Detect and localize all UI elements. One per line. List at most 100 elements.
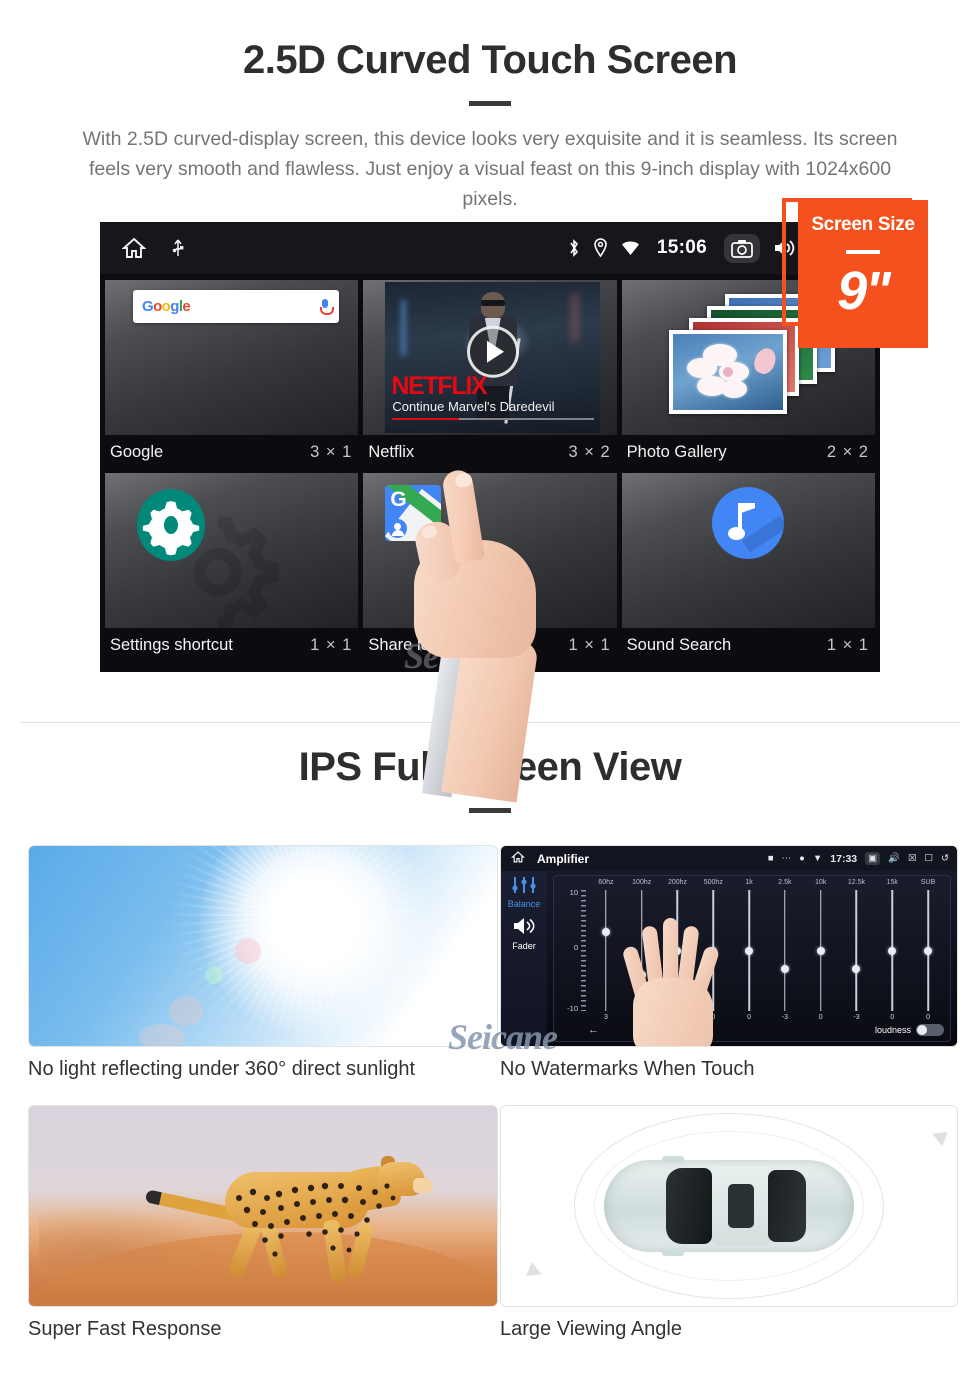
eq-slider[interactable] [874, 890, 910, 1011]
location-icon: ● [799, 853, 805, 864]
widget-size: 1 × 1 [826, 635, 869, 654]
card-no-light-reflecting: No light reflecting under 360° direct su… [28, 845, 498, 1081]
equalizer-panel: 60hz 100hz 200hz 500hz 1k 2.5k 10k 12.5k 15k SUB … [553, 875, 951, 1042]
sunlight-photo [28, 845, 498, 1047]
widget-item-share-location[interactable]: G Share location 1 × 1 [363, 473, 617, 662]
side-mirror [662, 1156, 684, 1163]
google-logo: Google [142, 298, 191, 315]
recents-icon[interactable]: ☐ [925, 853, 934, 864]
google-search-bar[interactable]: Google [133, 290, 339, 323]
band-label: 100hz [632, 879, 652, 886]
amplifier-time: 17:33 [830, 852, 858, 865]
widget-name: Share location [368, 635, 474, 654]
close-icon[interactable]: ☒ [908, 853, 917, 864]
cheetah-photo [28, 1105, 498, 1307]
camera-icon[interactable]: ▣ [865, 852, 881, 865]
sidebar-item-fader[interactable]: Fader [501, 941, 547, 951]
status-time: 15:06 [656, 237, 707, 258]
widget-item-settings-shortcut[interactable]: Settings shortcut 1 × 1 [105, 473, 359, 662]
eq-value: -3 [853, 1014, 860, 1021]
google-g-letter: G [390, 488, 407, 511]
back-arrow-icon[interactable]: ← [588, 1024, 599, 1036]
eq-knob[interactable] [745, 946, 754, 955]
volume-icon[interactable]: 🔊 [888, 853, 900, 864]
card-large-viewing-angle: Large Viewing Angle [500, 1105, 958, 1341]
section-ips-full-screen-view: IPS Full Screen View [0, 745, 980, 813]
widget-preview-settings [105, 473, 359, 628]
section-curved-touch-screen: 2.5D Curved Touch Screen With 2.5D curve… [0, 0, 980, 214]
badge-divider [846, 250, 880, 254]
home-icon[interactable] [510, 850, 526, 868]
band-label: 1k [745, 879, 753, 886]
widget-preview-sound-search [621, 473, 875, 628]
widget-preview-share-location: G [363, 473, 617, 628]
eq-value: 0 [926, 1014, 931, 1021]
eq-value: -3 [781, 1014, 788, 1021]
eq-track [784, 890, 786, 1011]
side-mirror [662, 1249, 684, 1256]
dots-icon: ⋯ [781, 853, 792, 864]
eq-knob[interactable] [852, 964, 861, 973]
badge-value: 9" [837, 261, 891, 321]
widget-label-settings: Settings shortcut 1 × 1 [105, 628, 359, 662]
scale-mid: 0 [573, 943, 578, 953]
netflix-thumbnail: NETFLIX Continue Marvel's Daredevil [385, 282, 601, 433]
running-cheetah [141, 1156, 433, 1288]
widget-name: Photo Gallery [626, 442, 727, 461]
eq-knob[interactable] [924, 946, 933, 955]
band-label: 2.5k [778, 879, 792, 886]
widget-item-google[interactable]: Google Google 3 × 1 [105, 280, 359, 469]
touching-hand-illustration [621, 904, 721, 1046]
fader-speaker-icon[interactable] [501, 917, 547, 940]
eq-slider[interactable] [767, 890, 803, 1011]
sidebar-item-balance[interactable]: Balance [501, 899, 547, 909]
card-caption: No light reflecting under 360° direct su… [28, 1058, 416, 1080]
eq-slider[interactable] [839, 890, 875, 1011]
section2-title: IPS Full Screen View [298, 745, 682, 789]
eq-slider[interactable] [803, 890, 839, 1011]
widget-item-netflix[interactable]: NETFLIX Continue Marvel's Daredevil Netf… [363, 280, 617, 469]
google-maps-icon: G [385, 485, 442, 541]
microphone-icon[interactable] [320, 299, 334, 315]
eq-slider[interactable] [731, 890, 767, 1011]
widget-name: Google [110, 442, 164, 461]
card-caption: Super Fast Response [28, 1318, 222, 1340]
product-feature-page: 2.5D Curved Touch Screen With 2.5D curve… [0, 0, 980, 1394]
widget-name: Sound Search [626, 635, 732, 654]
widget-size: 1 × 1 [310, 635, 353, 654]
widget-item-sound-search[interactable]: Sound Search 1 × 1 [621, 473, 875, 662]
balance-sliders-icon[interactable] [501, 877, 547, 898]
eq-knob[interactable] [816, 946, 825, 955]
section-divider [20, 722, 960, 723]
back-icon[interactable]: ↺ [941, 853, 949, 864]
eq-knob[interactable] [888, 946, 897, 955]
bluetooth-icon [568, 238, 580, 258]
flower-photo [672, 334, 783, 410]
lens-flare [169, 996, 203, 1026]
eq-value: 0 [890, 1014, 895, 1021]
neon-light-right [572, 294, 579, 342]
neon-light-left [401, 300, 407, 356]
band-label: SUB [920, 879, 936, 886]
gallery-icon: ■ [767, 853, 774, 864]
amplifier-status-bar: Amplifier ■ ⋯ ● ▼ 17:33 ▣ 🔊 ☒ ☐ ↺ [501, 846, 957, 871]
eq-knob[interactable] [780, 964, 789, 973]
equalizer-scale: 10 0 -10 [560, 888, 588, 1013]
title-divider [469, 101, 511, 106]
play-button-icon[interactable] [466, 325, 519, 378]
eq-value: 0 [818, 1014, 823, 1021]
eq-slider[interactable] [588, 890, 624, 1011]
lens-flare [205, 966, 223, 984]
eq-value: 0 [747, 1014, 752, 1021]
eq-knob[interactable] [601, 928, 610, 937]
progress-bar [392, 417, 595, 420]
camera-icon[interactable] [724, 233, 760, 263]
android-status-bar: 15:06 [100, 222, 880, 274]
amplifier-title: Amplifier [537, 851, 590, 866]
netflix-logo: NETFLIX [391, 372, 487, 400]
widget-size: 2 × 2 [826, 442, 869, 461]
usb-icon[interactable] [172, 237, 184, 259]
eq-slider[interactable] [910, 890, 946, 1011]
home-icon[interactable] [122, 237, 146, 259]
loudness-toggle[interactable] [916, 1024, 944, 1036]
